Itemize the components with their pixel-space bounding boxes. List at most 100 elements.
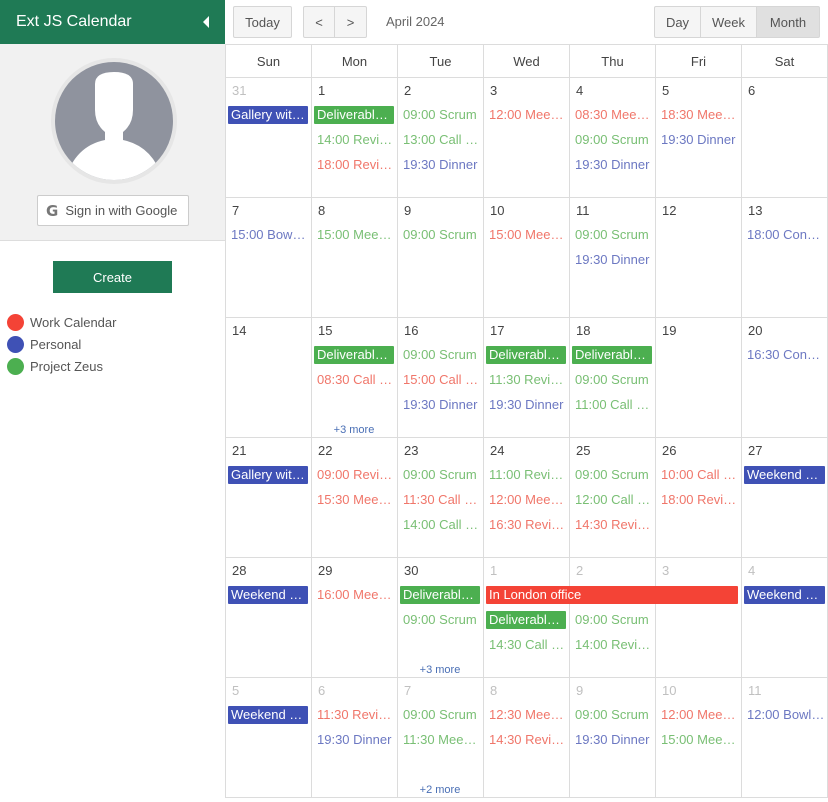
timed-event[interactable]: 09:00 Scrum xyxy=(400,611,480,629)
timed-event[interactable]: 10:00 Call with client xyxy=(658,466,738,484)
timed-event[interactable]: 12:00 Call with client xyxy=(572,491,652,509)
all-day-event[interactable]: Deliverable due xyxy=(314,346,394,364)
timed-event[interactable]: 15:00 Bowling xyxy=(228,226,308,244)
timed-event[interactable]: 15:00 Meeting xyxy=(486,226,566,244)
timed-event[interactable]: 18:00 Concert xyxy=(744,226,825,244)
next-button[interactable]: > xyxy=(334,6,367,38)
all-day-event[interactable]: Weekend away xyxy=(744,586,825,604)
timed-event[interactable]: 14:30 Review xyxy=(572,516,652,534)
timed-event[interactable]: 19:30 Dinner xyxy=(486,396,566,414)
timed-event[interactable]: 15:00 Meeting xyxy=(658,731,738,749)
timed-event[interactable]: 09:00 Review xyxy=(314,466,394,484)
all-day-event[interactable]: Deliverable due xyxy=(400,586,480,604)
timed-event[interactable]: 14:00 Review xyxy=(572,636,652,654)
day-cell[interactable]: 10 xyxy=(483,198,569,318)
calendar-item[interactable]: Work Calendar xyxy=(7,311,116,333)
timed-event[interactable]: 09:00 Scrum xyxy=(572,466,652,484)
day-cell[interactable]: 28 xyxy=(225,558,311,678)
day-cell[interactable]: 14 xyxy=(225,318,311,438)
calendar-item[interactable]: Personal xyxy=(7,333,116,355)
timed-event[interactable]: 16:00 Meeting xyxy=(314,586,394,604)
timed-event[interactable]: 09:00 Scrum xyxy=(400,106,480,124)
timed-event[interactable]: 14:30 Review xyxy=(486,731,566,749)
timed-event[interactable]: 13:00 Call with client xyxy=(400,131,480,149)
all-day-event[interactable]: Deliverable due xyxy=(486,611,566,629)
timed-event[interactable]: 12:30 Meeting xyxy=(486,706,566,724)
timed-event[interactable]: 09:00 Scrum xyxy=(572,226,652,244)
day-cell[interactable]: 20 xyxy=(741,318,828,438)
timed-event[interactable]: 08:30 Call with client xyxy=(314,371,394,389)
day-cell[interactable]: 21 xyxy=(225,438,311,558)
timed-event[interactable]: 08:30 Meeting xyxy=(572,106,652,124)
day-cell[interactable]: 6 xyxy=(741,78,828,198)
day-cell[interactable]: 13 xyxy=(741,198,828,318)
timed-event[interactable]: 11:30 Review xyxy=(314,706,394,724)
timed-event[interactable]: 14:00 Call with client xyxy=(400,516,480,534)
timed-event[interactable]: 11:30 Call with client xyxy=(400,491,480,509)
timed-event[interactable]: 14:30 Call with client xyxy=(486,636,566,654)
timed-event[interactable]: 19:30 Dinner xyxy=(400,156,480,174)
more-events-link[interactable]: +3 more xyxy=(311,424,397,436)
day-cell[interactable]: 27 xyxy=(741,438,828,558)
timed-event[interactable]: 16:30 Review xyxy=(486,516,566,534)
day-cell[interactable]: 19 xyxy=(655,318,741,438)
day-cell[interactable]: 11 xyxy=(741,678,828,798)
prev-button[interactable]: < xyxy=(303,6,335,38)
collapse-arrow-icon[interactable] xyxy=(203,16,209,28)
all-day-event[interactable]: Gallery with Tom xyxy=(228,466,308,484)
timed-event[interactable]: 09:00 Scrum xyxy=(572,706,652,724)
timed-event[interactable]: 11:30 Meeting xyxy=(400,731,480,749)
calendar-color-dot-icon[interactable] xyxy=(7,357,24,375)
timed-event[interactable]: 15:30 Meeting xyxy=(314,491,394,509)
timed-event[interactable]: 19:30 Dinner xyxy=(400,396,480,414)
timed-event[interactable]: 19:30 Dinner xyxy=(572,251,652,269)
calendar-color-dot-icon[interactable] xyxy=(7,313,24,331)
create-button[interactable]: Create xyxy=(53,261,172,293)
all-day-event[interactable]: Deliverable due xyxy=(314,106,394,124)
day-cell[interactable]: 8 xyxy=(311,198,397,318)
day-cell[interactable]: 4 xyxy=(741,558,828,678)
timed-event[interactable]: 09:00 Scrum xyxy=(400,226,480,244)
day-cell[interactable]: 9 xyxy=(397,198,483,318)
timed-event[interactable]: 12:00 Meeting xyxy=(486,106,566,124)
day-cell[interactable]: 7 xyxy=(225,198,311,318)
more-events-link[interactable]: +3 more xyxy=(397,664,483,676)
timed-event[interactable]: 09:00 Scrum xyxy=(400,706,480,724)
timed-event[interactable]: 19:30 Dinner xyxy=(572,156,652,174)
all-day-event[interactable]: Weekend away xyxy=(744,466,825,484)
view-week-button[interactable]: Week xyxy=(700,6,757,38)
view-day-button[interactable]: Day xyxy=(654,6,701,38)
timed-event[interactable]: 19:30 Dinner xyxy=(658,131,738,149)
timed-event[interactable]: 09:00 Scrum xyxy=(400,346,480,364)
all-day-event[interactable]: Deliverable due xyxy=(572,346,652,364)
timed-event[interactable]: 15:00 Call with client xyxy=(400,371,480,389)
timed-event[interactable]: 19:30 Dinner xyxy=(572,731,652,749)
timed-event[interactable]: 16:30 Concert xyxy=(744,346,825,364)
timed-event[interactable]: 12:00 Meeting xyxy=(486,491,566,509)
day-cell[interactable]: 29 xyxy=(311,558,397,678)
all-day-event[interactable]: Gallery with Tom xyxy=(228,106,308,124)
timed-event[interactable]: 09:00 Scrum xyxy=(572,131,652,149)
timed-event[interactable]: 15:00 Meeting xyxy=(314,226,394,244)
day-cell[interactable]: 5 xyxy=(225,678,311,798)
day-cell[interactable]: 3 xyxy=(655,558,741,678)
timed-event[interactable]: 09:00 Scrum xyxy=(572,371,652,389)
timed-event[interactable]: 09:00 Scrum xyxy=(572,611,652,629)
timed-event[interactable]: 18:30 Meeting xyxy=(658,106,738,124)
all-day-event[interactable]: Weekend away xyxy=(228,706,308,724)
timed-event[interactable]: 12:00 Meeting xyxy=(658,706,738,724)
timed-event[interactable]: 11:00 Call with client xyxy=(572,396,652,414)
all-day-event[interactable]: Deliverable due xyxy=(486,346,566,364)
timed-event[interactable]: 18:00 Review xyxy=(658,491,738,509)
calendar-color-dot-icon[interactable] xyxy=(7,335,24,353)
timed-event[interactable]: 11:30 Review xyxy=(486,371,566,389)
today-button[interactable]: Today xyxy=(233,6,292,38)
timed-event[interactable]: 11:00 Review xyxy=(486,466,566,484)
day-cell[interactable]: 31 xyxy=(225,78,311,198)
timed-event[interactable]: 12:00 Bowling xyxy=(744,706,825,724)
view-month-button[interactable]: Month xyxy=(756,6,820,38)
day-cell[interactable]: 12 xyxy=(655,198,741,318)
more-events-link[interactable]: +2 more xyxy=(397,784,483,796)
day-cell[interactable]: 3 xyxy=(483,78,569,198)
timed-event[interactable]: 19:30 Dinner xyxy=(314,731,394,749)
